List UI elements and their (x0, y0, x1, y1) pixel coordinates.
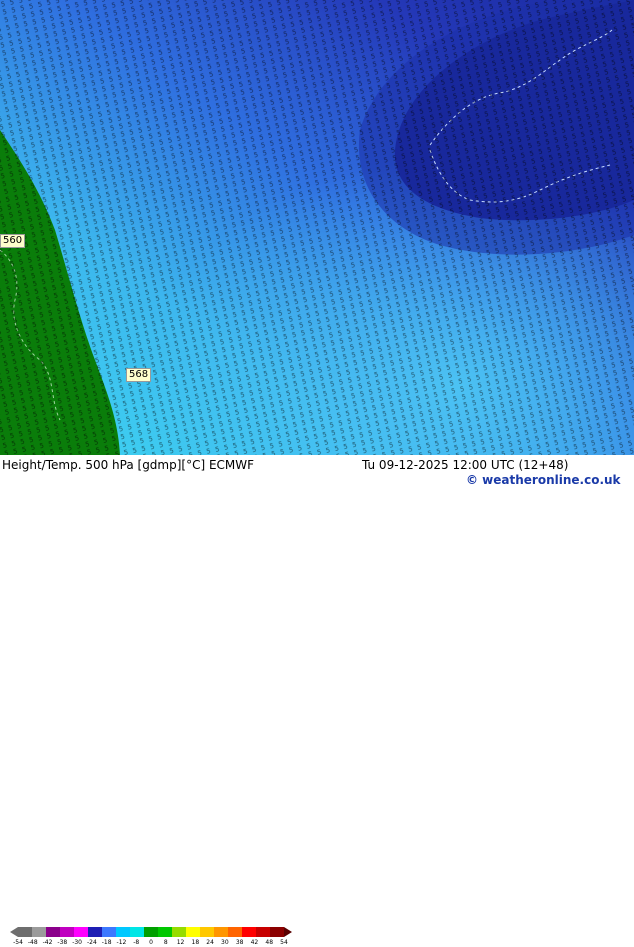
legend-tick-label: -12 (116, 939, 127, 946)
legend-swatch (18, 927, 32, 937)
legend-swatch (256, 927, 270, 937)
legend-swatch (144, 927, 158, 937)
contour-label: 560 (0, 234, 26, 248)
legend-tick-label: 8 (163, 939, 168, 946)
map-title: Height/Temp. 500 hPa [gdmp][°C] ECMWF (2, 458, 255, 472)
legend-swatch (74, 927, 88, 937)
map-datetime: Tu 09-12-2025 12:00 UTC (12+48) (362, 458, 569, 472)
legend-swatch (228, 927, 242, 937)
weather-map: 5 560 568 (0, 0, 634, 455)
legend-tick-label: -8 (133, 939, 140, 946)
map-canvas: 5 (0, 0, 634, 455)
legend-tick-label: 18 (191, 939, 200, 946)
site-credit[interactable]: © weatheronline.co.uk (466, 473, 621, 487)
legend-swatch (46, 927, 60, 937)
legend-tick-label: 24 (206, 939, 214, 946)
legend-tick-label: 48 (265, 939, 274, 946)
legend-tick-label: -24 (86, 939, 97, 946)
legend-tick-label: 30 (221, 939, 229, 946)
legend-right-arrow (284, 927, 292, 937)
legend-tick-label: -48 (27, 939, 38, 946)
legend-swatch (172, 927, 186, 937)
legend-swatch (60, 927, 74, 937)
legend-tick-label: -54 (13, 939, 23, 946)
legend-tick-label: -18 (101, 939, 112, 946)
map-footer: Height/Temp. 500 hPa [gdmp][°C] ECMWF Tu… (0, 455, 634, 946)
legend-swatch (158, 927, 172, 937)
legend-tick-label: 0 (149, 939, 153, 946)
legend-swatch (214, 927, 228, 937)
contour-texture (0, 0, 634, 455)
legend-tick-label: -30 (72, 939, 83, 946)
legend-left-arrow (10, 927, 18, 937)
legend-swatch (116, 927, 130, 937)
legend-tick-label: 38 (235, 939, 244, 946)
legend-swatch (242, 927, 256, 937)
legend-tick-label: 12 (176, 939, 185, 946)
contour-label: 568 (126, 368, 152, 382)
legend-swatch (102, 927, 116, 937)
legend-tick-label: 54 (280, 939, 288, 946)
legend-swatch (130, 927, 144, 937)
legend-swatch (186, 927, 200, 937)
legend-swatch (270, 927, 284, 937)
legend-swatch (200, 927, 214, 937)
legend-swatch (88, 927, 102, 937)
legend-colorbar (18, 927, 284, 937)
legend-swatch (32, 927, 46, 937)
legend-tick-label: 42 (250, 939, 259, 946)
legend-tick-label: -38 (57, 939, 68, 946)
legend-tick-label: -42 (42, 939, 53, 946)
